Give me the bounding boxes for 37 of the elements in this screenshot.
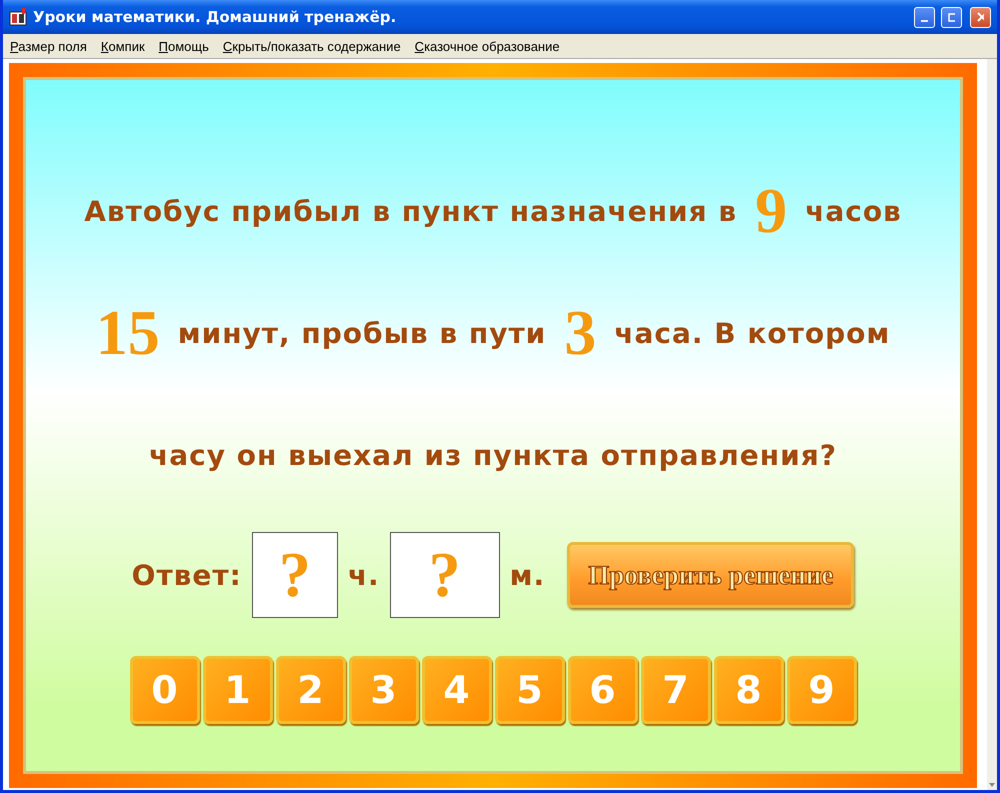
digit-button[interactable]: 4	[422, 656, 492, 724]
menu-item[interactable]: Компик	[100, 38, 145, 54]
maximize-button[interactable]	[941, 6, 962, 28]
question-text: минут, пробыв в пути	[178, 316, 546, 350]
minimize-icon	[921, 20, 928, 22]
digit-button[interactable]: 1	[202, 656, 272, 724]
close-button[interactable]	[970, 6, 991, 28]
digit-button[interactable]: 3	[348, 656, 418, 724]
question-number: 15	[96, 296, 160, 370]
menu-item[interactable]: Скрыть/показать содержание	[222, 38, 401, 54]
digit-button[interactable]: 9	[786, 656, 856, 724]
question-text: часов	[805, 194, 902, 228]
maximize-icon	[948, 12, 955, 22]
menu-item[interactable]: Размер поля	[10, 38, 87, 54]
digit-button[interactable]: 8	[714, 656, 784, 724]
answer-label: Ответ:	[132, 558, 242, 592]
question-text: Автобус прибыл в пункт назначения в	[84, 194, 738, 228]
check-solution-button[interactable]: Проверить решение	[567, 542, 854, 608]
hours-unit: ч.	[348, 558, 380, 592]
digit-button[interactable]: 6	[568, 656, 638, 724]
digit-button[interactable]: 2	[276, 656, 346, 724]
digit-button[interactable]: 5	[494, 656, 564, 724]
question-text: часа. В котором	[614, 316, 890, 350]
minutes-unit: м.	[510, 558, 546, 592]
app-icon	[9, 8, 27, 26]
question-number: 3	[564, 296, 596, 370]
question-number: 9	[755, 174, 788, 248]
minimize-button[interactable]	[914, 6, 935, 28]
question-text: часу он выехал из пункта отправления?	[149, 438, 837, 472]
digit-button[interactable]: 0	[130, 656, 200, 724]
menu-item[interactable]: Помощь	[158, 38, 209, 54]
menu-item[interactable]: Сказочное образование	[414, 38, 560, 54]
window-title: Уроки математики. Домашний тренажёр.	[33, 8, 398, 26]
minutes-field[interactable]: ?	[390, 532, 500, 618]
hours-field[interactable]: ?	[252, 532, 338, 618]
close-icon	[977, 12, 984, 22]
digit-button[interactable]: 7	[640, 656, 710, 724]
